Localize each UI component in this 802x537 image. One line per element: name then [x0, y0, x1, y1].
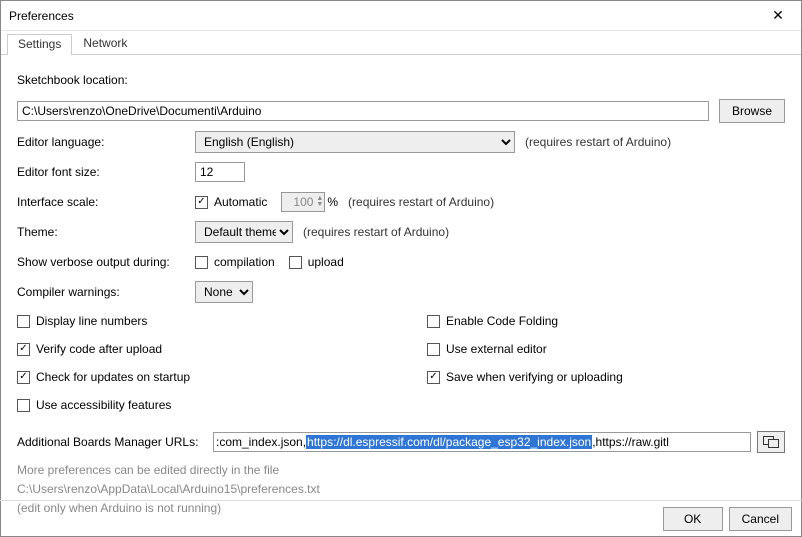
- accessibility-label: Use accessibility features: [36, 398, 171, 412]
- spinner-icon: ▲▼: [315, 196, 324, 208]
- compilation-label: compilation: [214, 255, 275, 269]
- checkbox-icon: [427, 343, 440, 356]
- scale-spinner[interactable]: 100 ▲▼: [281, 192, 325, 212]
- automatic-checkbox[interactable]: ✓ Automatic: [195, 195, 267, 209]
- check-updates-checkbox[interactable]: ✓ Check for updates on startup: [17, 370, 190, 384]
- check-updates-label: Check for updates on startup: [36, 370, 190, 384]
- use-external-editor-checkbox[interactable]: Use external editor: [427, 342, 547, 356]
- close-button[interactable]: ✕: [755, 1, 801, 31]
- compiler-warnings-label: Compiler warnings:: [17, 285, 195, 299]
- verify-after-upload-checkbox[interactable]: ✓ Verify code after upload: [17, 342, 162, 356]
- expand-urls-button[interactable]: [757, 431, 785, 453]
- theme-label: Theme:: [17, 225, 195, 239]
- window-icon: [763, 436, 779, 448]
- close-icon: ✕: [772, 7, 784, 24]
- display-line-numbers-checkbox[interactable]: Display line numbers: [17, 314, 147, 328]
- hint-line2: C:\Users\renzo\AppData\Local\Arduino15\p…: [17, 480, 785, 499]
- upload-label: upload: [308, 255, 344, 269]
- automatic-label: Automatic: [214, 195, 267, 209]
- checkbox-icon: [289, 256, 302, 269]
- hint-line1: More preferences can be edited directly …: [17, 461, 785, 480]
- verbose-label: Show verbose output during:: [17, 255, 195, 269]
- window-title: Preferences: [9, 9, 74, 23]
- use-external-editor-label: Use external editor: [446, 342, 547, 356]
- check-icon: ✓: [427, 371, 440, 384]
- save-when-verifying-label: Save when verifying or uploading: [446, 370, 623, 384]
- restart-note: (requires restart of Arduino): [525, 135, 671, 149]
- enable-code-folding-label: Enable Code Folding: [446, 314, 558, 328]
- accessibility-checkbox[interactable]: Use accessibility features: [17, 398, 171, 412]
- compilation-checkbox[interactable]: compilation: [195, 255, 275, 269]
- theme-select[interactable]: Default theme: [195, 221, 293, 243]
- check-icon: ✓: [17, 371, 30, 384]
- verify-after-upload-label: Verify code after upload: [36, 342, 162, 356]
- urls-selected: https://dl.espressif.com/dl/package_esp3…: [306, 435, 592, 449]
- display-line-numbers-label: Display line numbers: [36, 314, 147, 328]
- cancel-button[interactable]: Cancel: [729, 507, 792, 531]
- checkbox-icon: [17, 315, 30, 328]
- upload-checkbox[interactable]: upload: [289, 255, 344, 269]
- ok-button[interactable]: OK: [663, 507, 723, 531]
- font-size-label: Editor font size:: [17, 165, 195, 179]
- browse-button[interactable]: Browse: [719, 99, 785, 123]
- tab-network[interactable]: Network: [72, 33, 138, 54]
- save-when-verifying-checkbox[interactable]: ✓ Save when verifying or uploading: [427, 370, 623, 384]
- sketchbook-label: Sketchbook location:: [17, 73, 128, 87]
- font-size-input[interactable]: [195, 162, 245, 182]
- restart-note-2: (requires restart of Arduino): [348, 195, 494, 209]
- scale-value: 100: [282, 195, 315, 209]
- tab-settings[interactable]: Settings: [7, 34, 72, 55]
- urls-pre: :com_index.json,: [216, 435, 306, 449]
- enable-code-folding-checkbox[interactable]: Enable Code Folding: [427, 314, 558, 328]
- additional-urls-input[interactable]: :com_index.json,https://dl.espressif.com…: [213, 432, 751, 452]
- percent-label: %: [327, 195, 338, 209]
- checkbox-icon: [427, 315, 440, 328]
- restart-note-3: (requires restart of Arduino): [303, 225, 449, 239]
- check-icon: ✓: [195, 196, 208, 209]
- check-icon: ✓: [17, 343, 30, 356]
- interface-scale-label: Interface scale:: [17, 195, 195, 209]
- editor-language-select[interactable]: English (English): [195, 131, 515, 153]
- urls-post: ,https://raw.gitl: [592, 435, 669, 449]
- checkbox-icon: [17, 399, 30, 412]
- additional-urls-label: Additional Boards Manager URLs:: [17, 435, 207, 449]
- compiler-warnings-select[interactable]: None: [195, 281, 253, 303]
- editor-language-label: Editor language:: [17, 135, 195, 149]
- checkbox-icon: [195, 256, 208, 269]
- sketchbook-input[interactable]: [17, 101, 709, 121]
